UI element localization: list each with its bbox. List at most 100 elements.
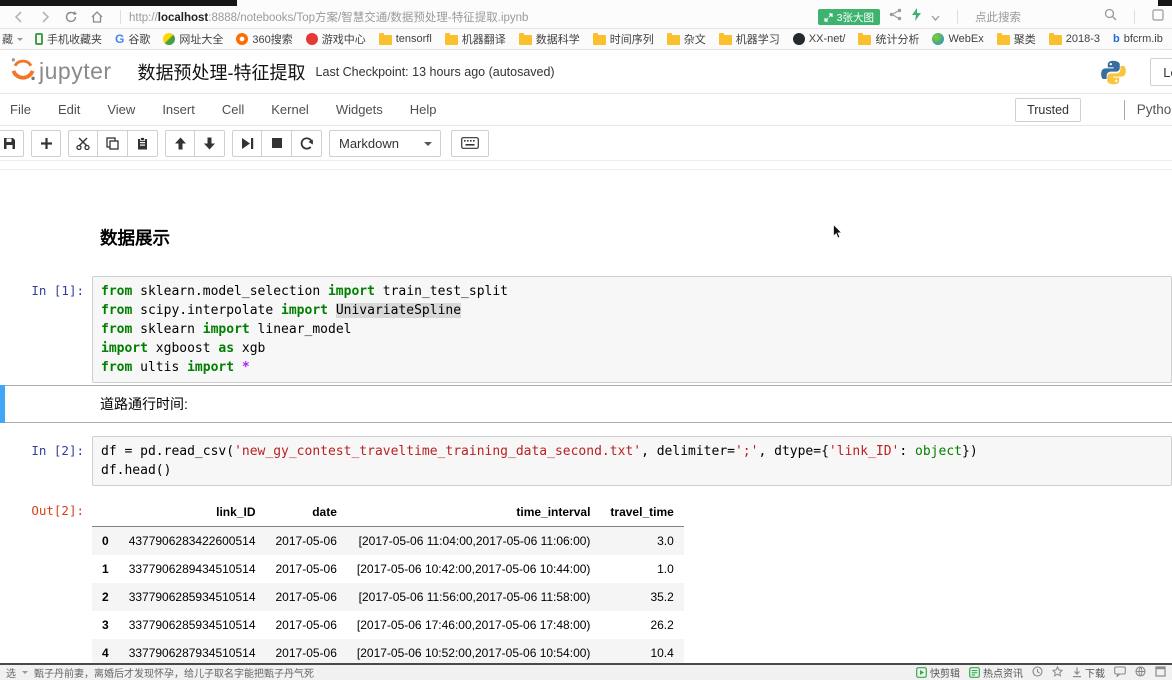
tab-strip-right bbox=[1158, 0, 1172, 6]
ticker-label: 选 bbox=[6, 665, 16, 680]
plugin-icon[interactable] bbox=[1052, 666, 1063, 680]
bookmark-item[interactable]: WebEx bbox=[932, 33, 983, 45]
menu-cell[interactable]: Cell bbox=[222, 102, 244, 117]
bookmark-label: WebEx bbox=[948, 33, 983, 45]
notebook-area: 数据展示 In [1]: from sklearn.model_selectio… bbox=[0, 170, 1172, 680]
bookmark-item[interactable]: bbfcrm.ib bbox=[1113, 33, 1163, 45]
favorites-menu[interactable]: 藏 bbox=[2, 31, 23, 47]
menu-view[interactable]: View bbox=[107, 102, 135, 117]
trusted-button[interactable]: Trusted bbox=[1015, 98, 1081, 122]
bookmark-item[interactable]: 2018-3 bbox=[1049, 33, 1100, 45]
bookmark-label: tensorfl bbox=[396, 33, 432, 45]
chevron-down-icon[interactable] bbox=[931, 8, 940, 26]
menu-insert[interactable]: Insert bbox=[162, 102, 195, 117]
column-header: link_ID bbox=[119, 498, 266, 527]
code-editor[interactable]: from sklearn.model_selection import trai… bbox=[92, 276, 1172, 383]
bookmark-item[interactable]: 聚类 bbox=[997, 31, 1036, 47]
code-line: from ultis import * bbox=[101, 358, 1163, 377]
move-cell-up-button[interactable] bbox=[165, 130, 195, 157]
folder-icon bbox=[667, 35, 680, 45]
column-header: time_interval bbox=[347, 498, 601, 527]
section-heading: 数据展示 bbox=[100, 225, 1172, 250]
hot-news-tool[interactable]: 热点资讯 bbox=[969, 665, 1023, 680]
input-prompt: In [2]: bbox=[0, 436, 92, 458]
bookmark-item[interactable]: G谷歌 bbox=[115, 31, 150, 47]
history-icon[interactable] bbox=[1032, 666, 1043, 680]
bookmark-item[interactable]: 游戏中心 bbox=[306, 31, 366, 47]
bookmark-item[interactable]: 杂文 bbox=[667, 31, 706, 47]
download-tool[interactable]: 下载 bbox=[1072, 665, 1105, 680]
forward-icon[interactable] bbox=[34, 7, 56, 27]
cut-cell-button[interactable] bbox=[68, 130, 98, 157]
row-index: 2 bbox=[92, 583, 119, 611]
code-line: df = pd.read_csv('new_gy_contest_travelt… bbox=[101, 442, 1163, 461]
menu-widgets[interactable]: Widgets bbox=[336, 102, 383, 117]
browser-topbar: http://localhost:8888/notebooks/Top方案/智慧… bbox=[0, 0, 1172, 29]
menu-help[interactable]: Help bbox=[410, 102, 437, 117]
bookmark-item[interactable]: 时间序列 bbox=[593, 31, 654, 47]
search-icon[interactable] bbox=[1104, 8, 1117, 26]
logout-button[interactable]: Logout bbox=[1150, 58, 1172, 86]
command-palette-button[interactable] bbox=[451, 130, 489, 157]
url-path: :8888/notebooks/Top方案/智慧交通/数据预处理-特征提取.ip… bbox=[208, 12, 528, 24]
add-cell-button[interactable] bbox=[31, 130, 61, 157]
folder-icon bbox=[858, 35, 871, 45]
copy-cell-button[interactable] bbox=[98, 130, 128, 157]
bookmark-item[interactable]: 网址大全 bbox=[163, 31, 223, 47]
table-row: 133779062894345105142017-05-06[2017-05-0… bbox=[92, 555, 684, 583]
favorite-icon[interactable] bbox=[1152, 8, 1164, 26]
paste-cell-button[interactable] bbox=[128, 130, 158, 157]
accelerator-icon[interactable] bbox=[911, 8, 922, 26]
table-cell: [2017-05-06 11:56:00,2017-05-06 11:58:00… bbox=[347, 583, 601, 611]
jupyter-logo-text[interactable]: jupyter bbox=[39, 58, 112, 85]
expand-icon bbox=[824, 13, 833, 22]
move-cell-down-button[interactable] bbox=[195, 130, 225, 157]
interrupt-kernel-button[interactable] bbox=[262, 130, 292, 157]
badge-label: 3张大图 bbox=[837, 10, 874, 25]
bookmark-item[interactable]: 手机收藏夹 bbox=[35, 31, 102, 47]
bookmarks-bar: 藏 手机收藏夹 G谷歌网址大全 360搜索游戏中心 tensorfl 机器翻译数据科学时… bbox=[0, 29, 1172, 50]
notebook-title[interactable]: 数据预处理-特征提取 bbox=[138, 59, 306, 85]
share-icon[interactable] bbox=[889, 8, 902, 26]
jupyter-header: jupyter 数据预处理-特征提取 Last Checkpoint: 13 h… bbox=[0, 50, 1172, 94]
wangzhi-icon bbox=[163, 33, 175, 45]
markdown-cell-selected[interactable]: 道路通行时间: bbox=[0, 385, 1172, 423]
back-icon[interactable] bbox=[8, 7, 30, 27]
restart-kernel-button[interactable] bbox=[292, 130, 322, 157]
news-ticker[interactable]: 选 甄子丹前妻，离婚后才发现怀孕，给儿子取名字能把甄子丹气死 bbox=[6, 665, 314, 680]
menu-kernel[interactable]: Kernel bbox=[271, 102, 309, 117]
window-icon[interactable] bbox=[1155, 666, 1166, 680]
browser-search-input[interactable]: 点此搜索 bbox=[975, 9, 1095, 25]
hot-news-label: 热点资讯 bbox=[983, 665, 1023, 680]
bookmark-item[interactable]: 数据科学 bbox=[519, 31, 580, 47]
home-icon[interactable] bbox=[86, 7, 108, 27]
bookmark-item[interactable]: 统计分析 bbox=[858, 31, 919, 47]
big-image-badge[interactable]: 3张大图 bbox=[818, 9, 880, 25]
address-bar[interactable]: http://localhost:8888/notebooks/Top方案/智慧… bbox=[129, 9, 808, 25]
bookmark-item[interactable]: 机器翻译 bbox=[445, 31, 506, 47]
github-icon bbox=[793, 33, 805, 45]
bookmark-item[interactable]: tensorfl bbox=[379, 33, 432, 45]
bookmark-item[interactable]: 360搜索 bbox=[236, 31, 292, 47]
jupyter-logo-icon[interactable] bbox=[10, 56, 36, 87]
folder-icon bbox=[445, 35, 458, 45]
cell-type-select[interactable]: Markdown bbox=[329, 130, 441, 157]
keyboard-icon bbox=[461, 137, 479, 149]
menu-file[interactable]: File bbox=[10, 102, 31, 117]
refresh-icon[interactable] bbox=[60, 7, 82, 27]
bookmark-item[interactable]: XX-net/ bbox=[793, 33, 846, 45]
code-editor[interactable]: df = pd.read_csv('new_gy_contest_travelt… bbox=[92, 436, 1172, 486]
quick-clip-tool[interactable]: 快剪辑 bbox=[916, 665, 960, 680]
menu-edit[interactable]: Edit bbox=[58, 102, 80, 117]
save-button[interactable] bbox=[0, 130, 24, 157]
run-cell-button[interactable] bbox=[232, 130, 262, 157]
notebook-toolbar: Markdown bbox=[0, 126, 1172, 161]
message-icon[interactable] bbox=[1114, 666, 1126, 680]
code-cell-1: In [1]: from sklearn.model_selection imp… bbox=[0, 276, 1172, 383]
favorites-label: 藏 bbox=[2, 31, 13, 47]
network-icon[interactable] bbox=[1135, 666, 1146, 680]
360-icon bbox=[236, 33, 248, 45]
arrow-down-icon bbox=[203, 137, 216, 150]
bookmark-item[interactable]: 机器学习 bbox=[719, 31, 780, 47]
paste-icon bbox=[136, 137, 149, 150]
